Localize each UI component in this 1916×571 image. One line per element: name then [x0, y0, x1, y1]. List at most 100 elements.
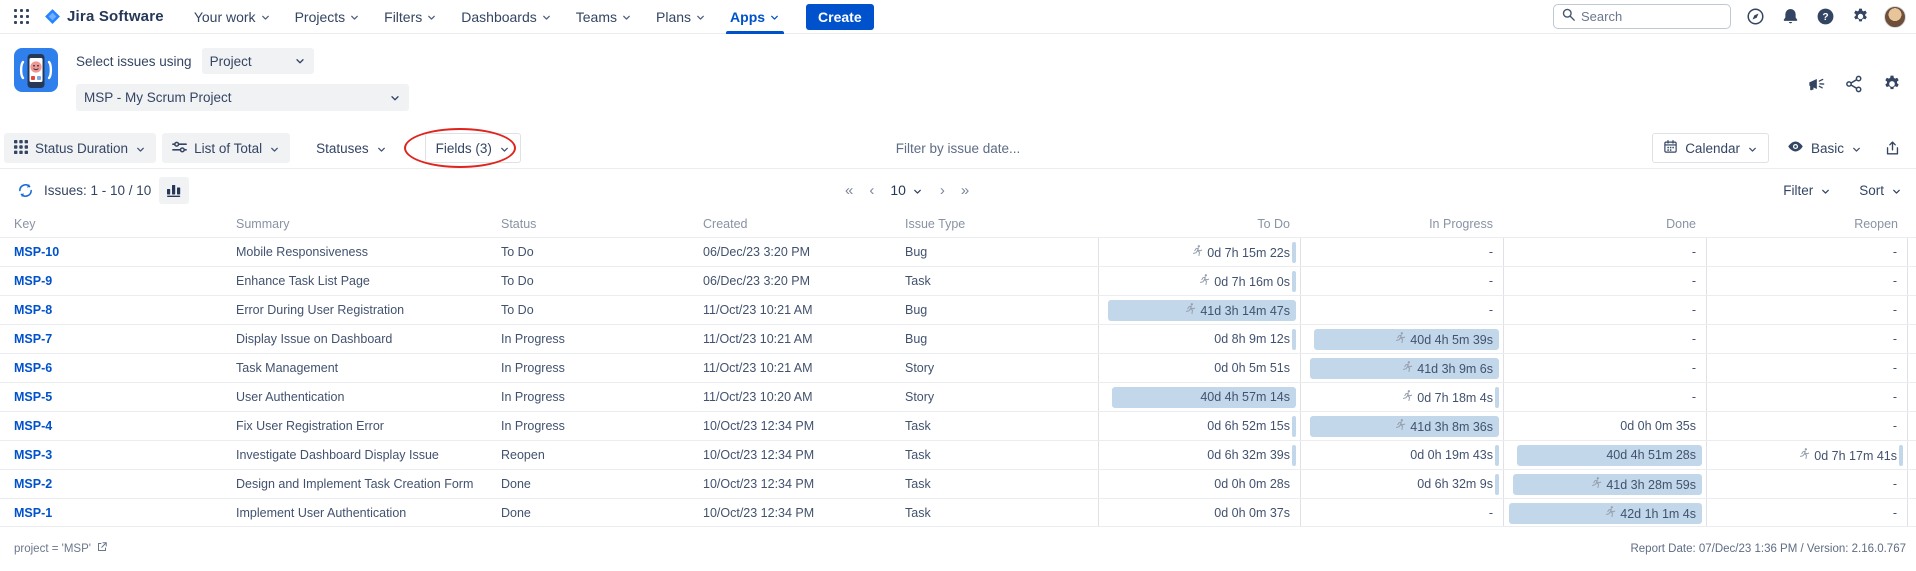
results-bar: Issues: 1 - 10 / 10 « ‹ 10 › » Filter So… [0, 169, 1916, 211]
user-avatar[interactable] [1884, 6, 1906, 28]
nav-item-filters[interactable]: Filters [372, 0, 449, 34]
issue-key-link[interactable]: MSP-4 [14, 412, 236, 440]
duration-cell: 0d 7h 17m 41s [1706, 441, 1908, 469]
nav-item-teams[interactable]: Teams [564, 0, 644, 34]
page-size-dropdown[interactable]: 10 [890, 182, 923, 198]
duration-cell: 41d 3h 28m 59s [1503, 470, 1706, 498]
duration-bar [1292, 271, 1296, 292]
nav-item-your-work[interactable]: Your work [182, 0, 283, 34]
chevron-down-icon [260, 12, 271, 23]
bar-chart-icon [166, 183, 182, 197]
sort-label: Sort [1859, 183, 1884, 198]
issue-key-link[interactable]: MSP-5 [14, 383, 236, 411]
column-header-status[interactable]: Status [501, 217, 703, 231]
issue-summary: User Authentication [236, 383, 501, 411]
runner-icon [1604, 500, 1617, 526]
runner-icon [1401, 384, 1414, 411]
create-button[interactable]: Create [806, 4, 874, 30]
issue-summary: Fix User Registration Error [236, 412, 501, 440]
runner-icon [1394, 413, 1407, 440]
issue-summary: Task Management [236, 354, 501, 382]
search-input[interactable] [1581, 9, 1701, 24]
chevron-down-icon [621, 12, 632, 23]
chevron-down-icon [349, 12, 360, 23]
column-header-to-do[interactable]: To Do [1098, 217, 1300, 231]
prev-page-button[interactable]: ‹ [869, 182, 873, 199]
jql-link[interactable]: project = 'MSP' [14, 541, 108, 556]
table-body: MSP-10Mobile ResponsivenessTo Do06/Dec/2… [0, 237, 1916, 527]
issue-created: 06/Dec/23 3:20 PM [703, 267, 905, 295]
share-icon[interactable] [1844, 74, 1864, 94]
last-page-button[interactable]: » [961, 182, 968, 199]
duration-value: 42d 1h 1m 4s [1604, 499, 1696, 526]
external-link-icon [96, 541, 108, 556]
runner-icon [1191, 239, 1204, 266]
table-row: MSP-6Task ManagementIn Progress11/Oct/23… [0, 353, 1916, 382]
issue-key-link[interactable]: MSP-10 [14, 238, 236, 266]
duration-value: - [1489, 296, 1493, 324]
issue-created: 10/Oct/23 12:34 PM [703, 441, 905, 469]
chevron-down-icon [541, 12, 552, 23]
project-dropdown[interactable]: MSP - My Scrum Project [76, 84, 409, 111]
issue-type: Task [905, 470, 1098, 498]
column-header-in-progress[interactable]: In Progress [1300, 217, 1503, 231]
global-search[interactable] [1553, 4, 1731, 29]
nav-item-plans[interactable]: Plans [644, 0, 718, 34]
column-header-issue-type[interactable]: Issue Type [905, 217, 1098, 231]
settings-gear-icon[interactable] [1849, 6, 1871, 28]
chart-view-button[interactable] [159, 177, 189, 204]
column-header-summary[interactable]: Summary [236, 217, 501, 231]
notifications-bell-icon[interactable] [1779, 6, 1801, 28]
issue-key-link[interactable]: MSP-7 [14, 325, 236, 353]
column-header-created[interactable]: Created [703, 217, 905, 231]
report-settings-gear-icon[interactable] [1882, 74, 1902, 94]
column-header-key[interactable]: Key [14, 217, 236, 231]
issue-source-dropdown[interactable]: Project [202, 48, 314, 74]
duration-value: - [1893, 499, 1897, 526]
duration-cell: 0d 8h 9m 12s [1098, 325, 1300, 353]
duration-value: - [1893, 267, 1897, 295]
discover-icon[interactable] [1744, 6, 1766, 28]
sort-dropdown[interactable]: Sort [1859, 183, 1902, 198]
svg-text:?: ? [1822, 12, 1828, 23]
table-row: MSP-1Implement User AuthenticationDone10… [0, 498, 1916, 527]
search-icon [1562, 8, 1575, 26]
app-switcher-icon[interactable] [8, 4, 34, 30]
duration-cell: 0d 0h 0m 37s [1098, 499, 1300, 526]
next-page-button[interactable]: › [940, 182, 944, 199]
column-header-reopen[interactable]: Reopen [1706, 217, 1908, 231]
duration-cell: - [1706, 296, 1908, 324]
issue-key-link[interactable]: MSP-1 [14, 499, 236, 526]
issue-key-link[interactable]: MSP-8 [14, 296, 236, 324]
nav-item-dashboards[interactable]: Dashboards [449, 0, 564, 34]
filter-dropdown[interactable]: Filter [1783, 183, 1831, 198]
duration-value: 0d 7h 18m 4s [1401, 383, 1493, 411]
first-page-button[interactable]: « [845, 182, 852, 199]
duration-cell: 0d 0h 0m 28s [1098, 470, 1300, 498]
nav-item-projects[interactable]: Projects [283, 0, 373, 34]
announcement-icon[interactable] [1806, 74, 1826, 94]
nav-item-label: Filters [384, 9, 422, 25]
issue-created: 11/Oct/23 10:20 AM [703, 383, 905, 411]
column-header-done[interactable]: Done [1503, 217, 1706, 231]
duration-cell: - [1706, 325, 1908, 353]
jira-logo[interactable]: Jira Software [38, 8, 178, 25]
table-row: MSP-7Display Issue on DashboardIn Progre… [0, 324, 1916, 353]
issue-key-link[interactable]: MSP-9 [14, 267, 236, 295]
duration-value: - [1692, 238, 1696, 266]
issue-date-filter-input[interactable]: Filter by issue date... [0, 141, 1916, 156]
duration-cell: 0d 7h 16m 0s [1098, 267, 1300, 295]
issue-key-link[interactable]: MSP-2 [14, 470, 236, 498]
runner-icon [1798, 442, 1811, 469]
duration-cell: - [1503, 354, 1706, 382]
refresh-icon[interactable] [14, 179, 36, 201]
help-icon[interactable]: ? [1814, 6, 1836, 28]
nav-item-apps[interactable]: Apps [718, 0, 792, 34]
filter-label: Filter [1783, 183, 1813, 198]
duration-value: 41d 3h 8m 36s [1394, 412, 1493, 440]
report-date-version: Report Date: 07/Dec/23 1:36 PM / Version… [1630, 543, 1906, 555]
issue-status: In Progress [501, 412, 703, 440]
issue-key-link[interactable]: MSP-3 [14, 441, 236, 469]
issue-key-link[interactable]: MSP-6 [14, 354, 236, 382]
duration-cell: 0d 0h 19m 43s [1300, 441, 1503, 469]
